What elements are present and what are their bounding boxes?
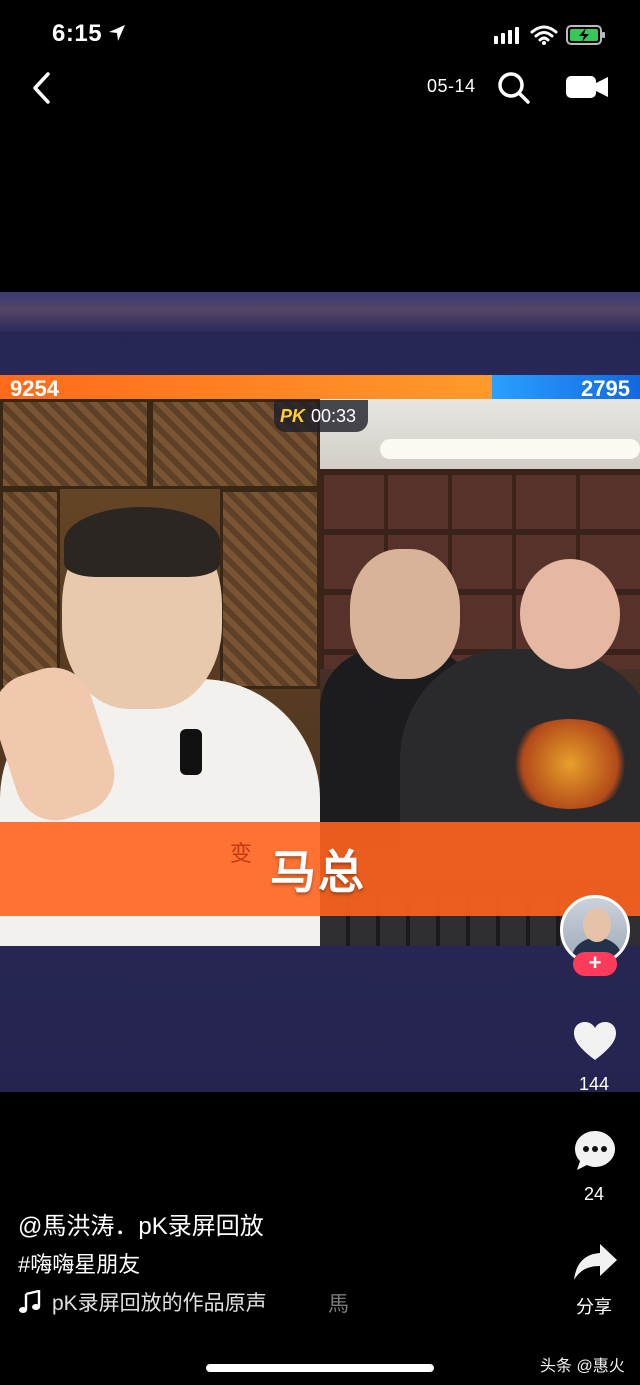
streamer-right-companion-face [350, 549, 460, 679]
search-icon[interactable] [496, 70, 532, 106]
pk-bar-left: 9254 [0, 375, 492, 401]
music-row[interactable]: pK录屏回放的作品原声 [18, 1287, 267, 1317]
caption-hashtag[interactable]: #嗨嗨星朋友 [18, 1247, 140, 1279]
status-time: 6:15 [52, 20, 103, 47]
ceiling-light [380, 439, 640, 459]
pk-time: 00:33 [311, 405, 357, 426]
wifi-icon [530, 25, 558, 45]
music-title-overflow: 馬 [328, 1293, 349, 1316]
banner-mark: 变 [230, 842, 253, 867]
date-label: 05-14 [427, 76, 476, 96]
like-count: 144 [578, 1074, 610, 1094]
earphone [180, 729, 202, 775]
back-button[interactable] [28, 68, 58, 108]
heart-icon[interactable] [572, 1020, 618, 1062]
status-bar: 6:15 [0, 0, 640, 70]
video-top-glow [0, 292, 640, 332]
shirt-emblem [505, 719, 635, 809]
home-indicator [206, 1364, 434, 1372]
location-arrow-icon [109, 25, 125, 41]
carved-cabinet [0, 489, 60, 689]
cellular-signal-icon [494, 27, 519, 44]
pk-score-bar: 9254 2795 [0, 375, 640, 401]
comment-icon[interactable] [572, 1128, 618, 1174]
music-title: pK录屏回放的作品原声 [52, 1292, 267, 1315]
caption-author[interactable]: @馬洪涛．pK录屏回放 [18, 1206, 264, 1241]
streamer-right-face [520, 559, 620, 669]
banner-name: 马总 [270, 846, 366, 898]
pk-bar-right: 2795 [491, 375, 640, 401]
avatar-face [583, 908, 611, 942]
share-icon[interactable] [572, 1242, 618, 1282]
camera-icon[interactable] [564, 72, 610, 102]
carved-cabinet [220, 489, 320, 689]
pk-logo: PK [280, 405, 306, 426]
music-note-icon [19, 1290, 41, 1313]
pk-timer: PK 00:33 [274, 400, 369, 432]
share-label: 分享 [576, 1297, 612, 1317]
carved-cabinet [0, 399, 150, 489]
watermark: 头条 @惠火 [540, 1358, 625, 1375]
battery-charging-icon [566, 25, 605, 45]
streamer-left-hair [64, 507, 220, 577]
follow-button[interactable]: + [573, 952, 617, 976]
comment-count: 24 [583, 1184, 605, 1204]
